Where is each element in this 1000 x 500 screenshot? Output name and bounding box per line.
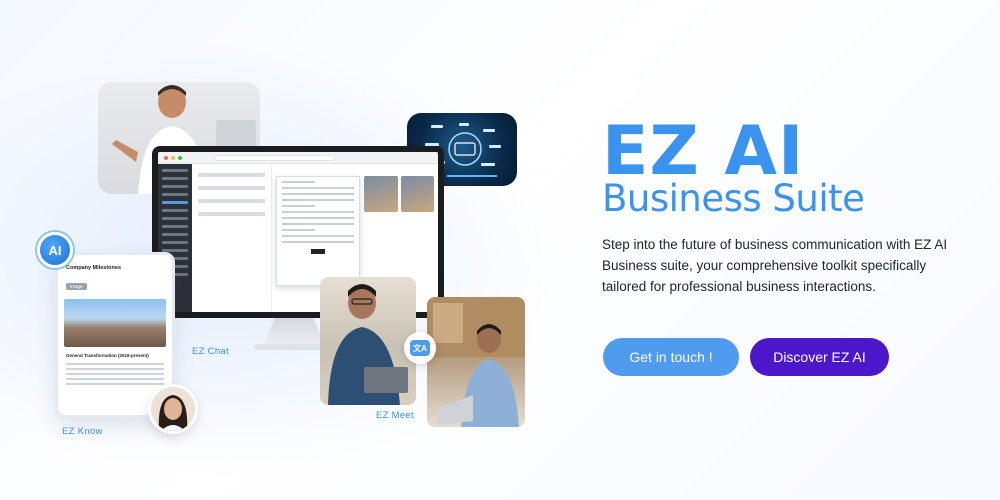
phone-title: Company Milestones bbox=[66, 265, 122, 271]
man-with-laptop-photo bbox=[427, 297, 525, 427]
discover-ez-ai-button[interactable]: Discover EZ AI bbox=[750, 338, 889, 376]
caption-ez-meet: EZ Meet bbox=[376, 410, 414, 421]
translation-modal bbox=[276, 176, 360, 286]
phone-subheading: General Transformation (2016-present) bbox=[66, 353, 149, 358]
browser-bar bbox=[158, 152, 438, 164]
image-thumbnails bbox=[364, 176, 434, 212]
phone-tag: Image bbox=[66, 283, 87, 290]
translate-icon: 文A bbox=[404, 332, 436, 364]
building-image bbox=[64, 299, 166, 347]
chat-list bbox=[192, 164, 272, 312]
caption-ez-know: EZ Know bbox=[62, 426, 103, 437]
get-in-touch-button[interactable]: Get in touch ! bbox=[603, 338, 739, 376]
hero-subtitle: Business Suite bbox=[602, 177, 865, 220]
caption-ez-chat: EZ Chat bbox=[192, 346, 229, 357]
ai-badge-icon: AI bbox=[37, 232, 73, 268]
laughing-man-photo bbox=[320, 277, 416, 405]
hero-description: Step into the future of business communi… bbox=[602, 237, 948, 294]
woman-avatar bbox=[148, 384, 198, 434]
